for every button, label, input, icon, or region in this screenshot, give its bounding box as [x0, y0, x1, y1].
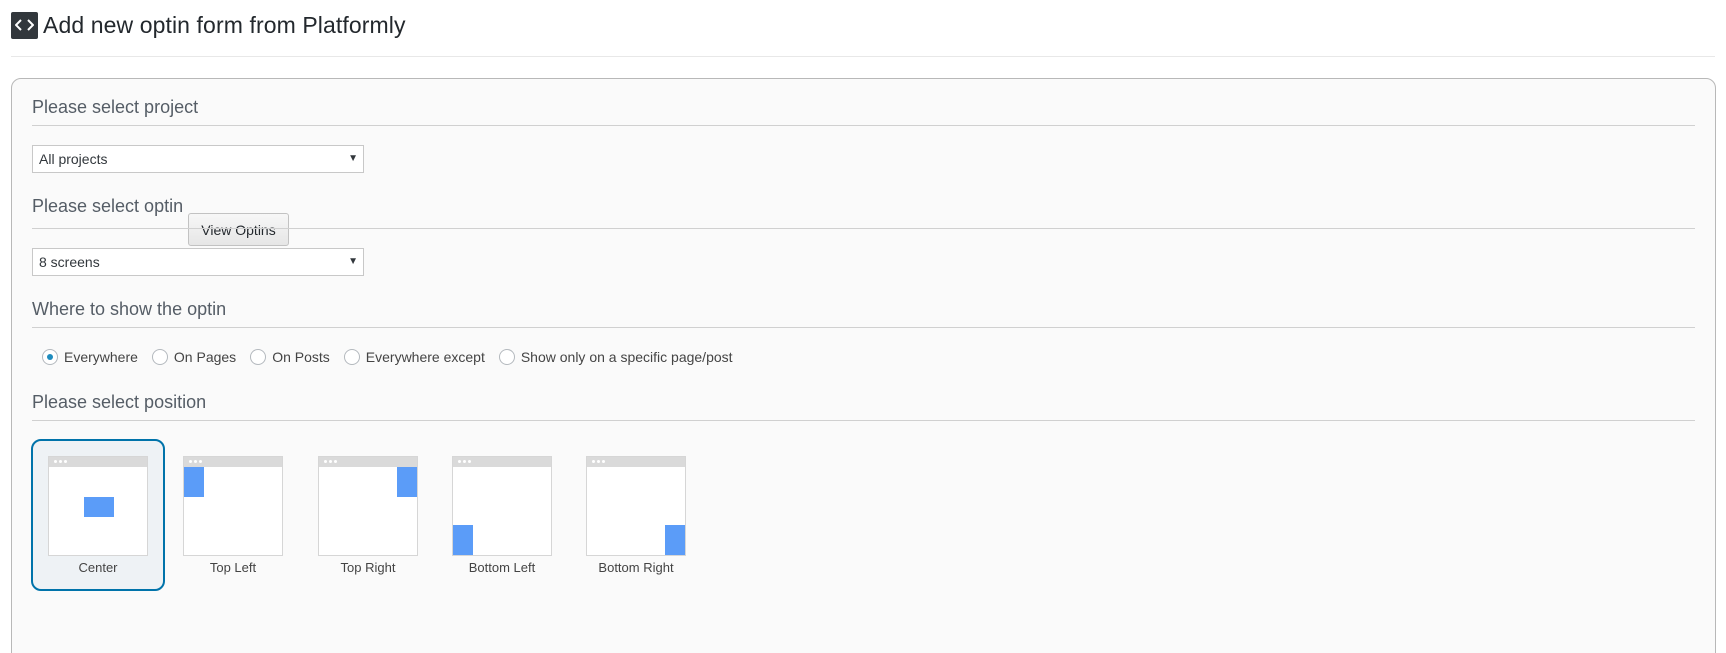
view-optins-button[interactable]: View Optins	[188, 213, 289, 246]
where-section-heading: Where to show the optin	[32, 299, 227, 319]
section-divider	[32, 327, 1695, 328]
position-label: Bottom Left	[468, 560, 536, 575]
section-divider	[32, 125, 1695, 126]
optin-section-heading: Please select optin	[32, 196, 184, 216]
code-icon	[11, 11, 38, 39]
radio-button[interactable]	[498, 349, 515, 365]
radio-on-pages[interactable]: On Pages	[151, 349, 237, 365]
radio-label: Everywhere	[64, 349, 138, 365]
radio-everywhere[interactable]: Everywhere	[42, 349, 138, 365]
position-marker	[453, 525, 473, 555]
position-preview	[48, 456, 148, 556]
position-preview	[586, 456, 686, 556]
position-section-heading: Please select position	[32, 392, 207, 412]
radio-button[interactable]	[250, 349, 267, 365]
radio-label: Everywhere except	[365, 349, 485, 365]
position-label: Top Left	[209, 560, 257, 575]
page-header: Add new optin form from Platformly	[11, 10, 406, 40]
project-select[interactable]: All projects ▼	[32, 145, 364, 173]
position-top-left[interactable]: Top Left	[166, 439, 300, 591]
position-label: Top Right	[340, 560, 396, 575]
radio-on-posts[interactable]: On Posts	[250, 349, 330, 365]
position-preview	[452, 456, 552, 556]
chevron-down-icon: ▼	[348, 153, 358, 164]
project-section-heading: Please select project	[32, 97, 199, 117]
section-divider	[32, 420, 1695, 421]
position-label: Bottom Right	[598, 560, 674, 575]
chevron-down-icon: ▼	[348, 256, 358, 267]
page-title: Add new optin form from Platformly	[43, 11, 406, 38]
position-marker	[665, 525, 685, 555]
project-select-value: All projects	[39, 151, 108, 167]
radio-label: Show only on a specific page/post	[520, 349, 733, 365]
radio-button[interactable]	[343, 349, 360, 365]
position-label: Center	[78, 560, 118, 575]
position-bottom-right[interactable]: Bottom Right	[569, 439, 703, 591]
radio-button[interactable]	[151, 349, 168, 365]
position-center[interactable]: Center	[31, 439, 165, 591]
where-radio-group: Everywhere On Pages On Posts Everywhere …	[42, 347, 747, 367]
position-preview	[183, 456, 283, 556]
position-marker	[397, 467, 417, 497]
radio-label: On Pages	[173, 349, 237, 365]
radio-everywhere-except[interactable]: Everywhere except	[343, 349, 485, 365]
position-preview	[318, 456, 418, 556]
position-marker	[184, 467, 204, 497]
position-top-right[interactable]: Top Right	[301, 439, 435, 591]
optin-select-value: 8 screens	[39, 254, 100, 270]
radio-label: On Posts	[272, 349, 330, 365]
section-divider	[32, 228, 1695, 229]
radio-button-checked[interactable]	[42, 349, 58, 365]
optin-select[interactable]: 8 screens ▼	[32, 248, 364, 276]
header-divider	[11, 56, 1715, 57]
position-marker	[84, 497, 114, 517]
radio-specific-page[interactable]: Show only on a specific page/post	[498, 349, 733, 365]
position-bottom-left[interactable]: Bottom Left	[435, 439, 569, 591]
optin-settings-panel: Please select project All projects ▼ Ple…	[11, 78, 1716, 653]
